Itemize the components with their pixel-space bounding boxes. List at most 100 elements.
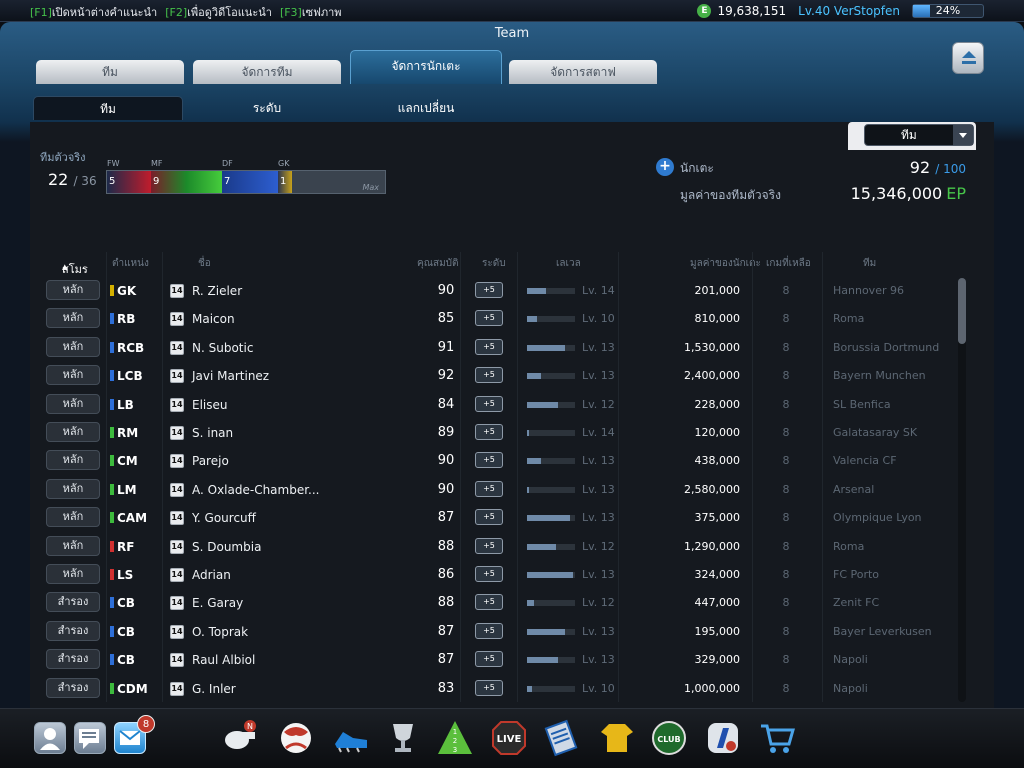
player-row[interactable]: หลัก RM 14 S. inan 89 +5 Lv. 14 120,000 …	[44, 419, 964, 447]
header-value[interactable]: มูลค่าของนักเตะ	[690, 256, 761, 271]
grade-plus-button[interactable]: +5	[475, 566, 503, 582]
schedule-button[interactable]	[540, 717, 582, 759]
role-button[interactable]: สำรอง	[46, 677, 100, 698]
role-button[interactable]: หลัก	[46, 365, 100, 386]
add-player-plus-icon[interactable]: +	[656, 158, 674, 176]
player-row[interactable]: หลัก LB 14 Eliseu 84 +5 Lv. 12 228,000 8…	[44, 391, 964, 419]
player-name[interactable]: O. Toprak	[192, 618, 248, 646]
header-ovr[interactable]: คุณสมบัติ	[417, 256, 459, 271]
role-button[interactable]: หลัก	[46, 336, 100, 357]
player-name[interactable]: R. Zieler	[192, 277, 242, 305]
chat-button[interactable]	[74, 722, 106, 754]
position-cell: CDM	[110, 675, 148, 703]
player-row[interactable]: สำรอง CB 14 O. Toprak 87 +5 Lv. 13 195,0…	[44, 618, 964, 646]
ranking-button[interactable]: 123	[434, 717, 476, 759]
grade-plus-button[interactable]: +5	[475, 452, 503, 469]
level-progress-fill	[527, 628, 566, 635]
player-name[interactable]: N. Subotic	[192, 334, 253, 362]
role-button[interactable]: หลัก	[46, 280, 100, 300]
kit-button[interactable]	[596, 717, 638, 759]
grade-plus-button[interactable]: +5	[475, 651, 503, 668]
player-row[interactable]: หลัก RF 14 S. Doumbia 88 +5 Lv. 12 1,290…	[44, 533, 964, 561]
tab-team-management[interactable]: จัดการทีม	[193, 60, 341, 84]
mail-button[interactable]: 8	[114, 715, 155, 754]
player-name[interactable]: S. inan	[192, 419, 233, 447]
tab-player-management[interactable]: จัดการนักเตะ	[350, 50, 502, 84]
role-button[interactable]: สำรอง	[46, 649, 100, 670]
player-name[interactable]: Raul Albiol	[192, 646, 255, 674]
role-button[interactable]: หลัก	[46, 393, 100, 414]
player-row[interactable]: สำรอง CDM 14 G. Inler 83 +5 Lv. 10 1,000…	[44, 675, 964, 703]
tab-team[interactable]: ทีม	[36, 60, 184, 84]
player-name[interactable]: S. Doumbia	[192, 533, 261, 561]
player-name[interactable]: E. Garay	[192, 589, 243, 617]
grade-plus-button[interactable]: +5	[475, 310, 503, 327]
trophy-button[interactable]	[382, 717, 424, 759]
whistle-button[interactable]: N	[218, 717, 260, 759]
grade-plus-button[interactable]: +5	[475, 480, 503, 497]
player-row[interactable]: หลัก LS 14 Adrian 86 +5 Lv. 13 324,000 8…	[44, 561, 964, 589]
role-button[interactable]: สำรอง	[46, 592, 100, 613]
team-filter-select[interactable]: ทีม	[864, 124, 974, 146]
header-grade[interactable]: ระดับ	[482, 256, 506, 271]
role-button[interactable]: หลัก	[46, 535, 100, 556]
grade-plus-button[interactable]: +5	[475, 367, 503, 384]
role-button[interactable]: หลัก	[46, 478, 100, 499]
player-row[interactable]: หลัก RB 14 Maicon 85 +5 Lv. 10 810,000 8…	[44, 305, 964, 333]
player-row[interactable]: สำรอง CB 14 E. Garay 88 +5 Lv. 12 447,00…	[44, 589, 964, 617]
role-button[interactable]: หลัก	[46, 507, 100, 528]
grade-plus-button[interactable]: +5	[475, 282, 503, 298]
header-level[interactable]: เลเวล	[556, 256, 581, 271]
role-button[interactable]: หลัก	[46, 564, 100, 584]
player-name[interactable]: Javi Martinez	[192, 362, 269, 390]
grade-plus-button[interactable]: +5	[475, 509, 503, 526]
gk-label: GK	[278, 159, 290, 168]
grade-plus-button[interactable]: +5	[475, 594, 503, 611]
player-row[interactable]: หลัก CAM 14 Y. Gourcuff 87 +5 Lv. 13 375…	[44, 504, 964, 532]
player-name[interactable]: Maicon	[192, 305, 235, 333]
subtab-grade[interactable]: ระดับ	[192, 96, 342, 120]
grade-plus-button[interactable]: +5	[475, 424, 503, 440]
fw-label: FW	[107, 159, 120, 168]
role-button[interactable]: สำรอง	[46, 620, 100, 641]
club-button[interactable]: CLUB	[648, 717, 690, 759]
eject-icon	[962, 51, 976, 58]
live-button[interactable]: LIVE	[488, 717, 530, 759]
shop-button[interactable]	[756, 717, 798, 759]
role-button[interactable]: หลัก	[46, 450, 100, 471]
player-row[interactable]: หลัก CM 14 Parejo 90 +5 Lv. 13 438,000 8…	[44, 447, 964, 475]
role-button[interactable]: หลัก	[46, 422, 100, 442]
grade-plus-button[interactable]: +5	[475, 338, 503, 355]
player-name[interactable]: A. Oxlade-Chamber...	[192, 476, 320, 504]
player-row[interactable]: หลัก LM 14 A. Oxlade-Chamber... 90 +5 Lv…	[44, 476, 964, 504]
season-badge: 14	[170, 681, 184, 696]
grade-plus-button[interactable]: +5	[475, 537, 503, 554]
eject-button[interactable]	[952, 42, 984, 74]
player-name[interactable]: Parejo	[192, 447, 229, 475]
grade-plus-button[interactable]: +5	[475, 395, 503, 412]
player-row[interactable]: หลัก LCB 14 Javi Martinez 92 +5 Lv. 13 2…	[44, 362, 964, 390]
grade-plus-button[interactable]: +5	[475, 622, 503, 639]
player-name[interactable]: Adrian	[192, 561, 231, 589]
role-button[interactable]: หลัก	[46, 308, 100, 329]
training-button[interactable]	[330, 717, 372, 759]
player-row[interactable]: สำรอง CB 14 Raul Albiol 87 +5 Lv. 13 329…	[44, 646, 964, 674]
subtab-exchange[interactable]: แลกเปลี่ยน	[351, 96, 501, 120]
player-name[interactable]: G. Inler	[192, 675, 236, 703]
scrollbar-thumb[interactable]	[958, 278, 966, 344]
header-games[interactable]: เกมที่เหลือ	[766, 256, 811, 271]
player-name[interactable]: Y. Gourcuff	[192, 504, 256, 532]
header-name[interactable]: ชื่อ	[198, 256, 211, 271]
header-position[interactable]: ตำแหน่ง	[112, 256, 149, 271]
player-row[interactable]: หลัก RCB 14 N. Subotic 91 +5 Lv. 13 1,53…	[44, 334, 964, 362]
grade-plus-button[interactable]: +5	[475, 679, 503, 696]
subtab-team[interactable]: ทีม	[33, 96, 183, 120]
header-team[interactable]: ทีม	[863, 256, 876, 271]
player-row[interactable]: หลัก GK 14 R. Zieler 90 +5 Lv. 14 201,00…	[44, 277, 964, 305]
match-button[interactable]	[275, 717, 317, 759]
transfer-button[interactable]	[702, 717, 744, 759]
player-name[interactable]: Eliseu	[192, 391, 228, 419]
table-scrollbar[interactable]	[958, 278, 966, 702]
profile-button[interactable]	[34, 722, 66, 754]
tab-staff-management[interactable]: จัดการสตาฟ	[509, 60, 657, 84]
